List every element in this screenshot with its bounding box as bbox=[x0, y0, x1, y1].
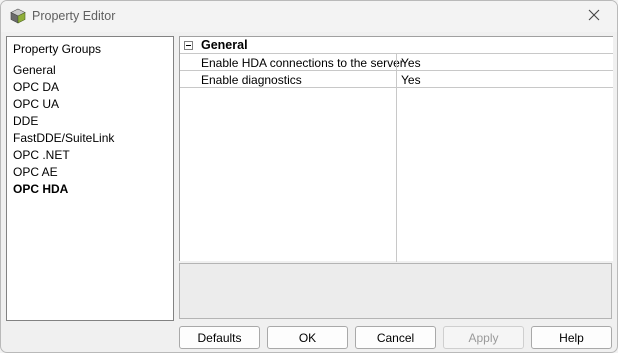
group-item-dde[interactable]: DDE bbox=[13, 114, 114, 131]
property-groups-list: General OPC DA OPC UA DDE FastDDE/SuiteL… bbox=[13, 63, 114, 199]
group-item-opc-da[interactable]: OPC DA bbox=[13, 80, 114, 97]
group-item-opc-hda[interactable]: OPC HDA bbox=[13, 182, 114, 199]
property-name: Enable diagnostics bbox=[201, 73, 302, 87]
help-button[interactable]: Help bbox=[531, 326, 612, 349]
collapse-icon[interactable] bbox=[184, 41, 193, 50]
section-header-general[interactable]: General bbox=[180, 37, 613, 54]
description-panel bbox=[179, 263, 612, 319]
defaults-button[interactable]: Defaults bbox=[179, 326, 260, 349]
property-groups-header: Property Groups bbox=[13, 42, 102, 56]
group-item-opc-ua[interactable]: OPC UA bbox=[13, 97, 114, 114]
property-editor-icon bbox=[10, 8, 26, 24]
property-name: Enable HDA connections to the server bbox=[201, 56, 404, 70]
property-editor-window: Property Editor Property Groups General … bbox=[0, 0, 618, 353]
window-title: Property Editor bbox=[32, 9, 116, 23]
group-item-opc-net[interactable]: OPC .NET bbox=[13, 148, 114, 165]
cancel-button[interactable]: Cancel bbox=[355, 326, 436, 349]
column-divider[interactable] bbox=[396, 54, 397, 262]
close-icon bbox=[588, 9, 600, 24]
group-item-general[interactable]: General bbox=[13, 63, 114, 80]
property-value[interactable]: Yes bbox=[401, 56, 421, 70]
property-grid: General Enable HDA connections to the se… bbox=[179, 36, 613, 262]
group-item-fastdde-suitelink[interactable]: FastDDE/SuiteLink bbox=[13, 131, 114, 148]
close-button[interactable] bbox=[571, 1, 617, 32]
title-bar[interactable]: Property Editor bbox=[1, 1, 617, 32]
apply-button[interactable]: Apply bbox=[443, 326, 524, 349]
group-item-opc-ae[interactable]: OPC AE bbox=[13, 165, 114, 182]
ok-button[interactable]: OK bbox=[267, 326, 348, 349]
property-groups-panel: Property Groups General OPC DA OPC UA DD… bbox=[6, 36, 174, 321]
section-title: General bbox=[201, 38, 248, 52]
property-value[interactable]: Yes bbox=[401, 73, 421, 87]
